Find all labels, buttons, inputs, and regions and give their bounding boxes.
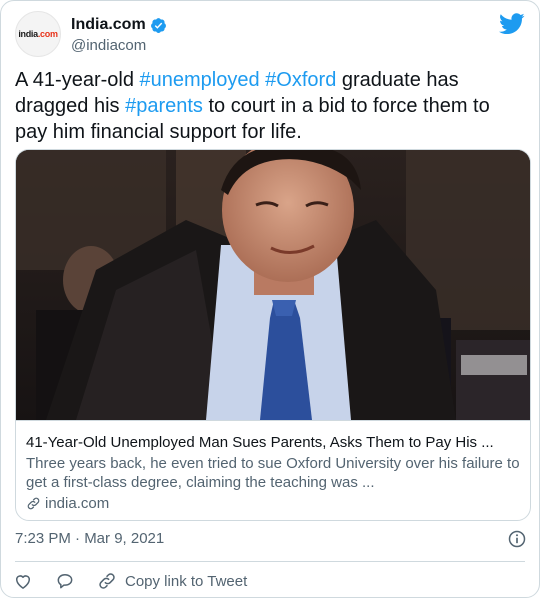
tweet-embed: india.com India.com @indiacom A 41-year-… <box>0 0 540 598</box>
reply-bubble-icon <box>57 574 73 589</box>
copy-link-icon <box>99 573 115 589</box>
like-button[interactable] <box>13 571 33 591</box>
divider <box>15 561 525 562</box>
card-domain-text: india.com <box>45 495 110 512</box>
like-heart-icon <box>16 575 30 589</box>
verified-badge-icon <box>150 17 166 33</box>
card-title[interactable]: 41-Year-Old Unemployed Man Sues Parents,… <box>26 433 520 452</box>
avatar[interactable]: india.com <box>15 11 61 57</box>
display-name[interactable]: India.com <box>71 15 146 35</box>
copy-link-label: Copy link to Tweet <box>125 572 248 590</box>
tweet-text-segment: A 41-year-old <box>15 69 140 91</box>
hashtag-oxford[interactable]: #Oxford <box>265 69 336 91</box>
tweet-actions: Copy link to Tweet <box>13 569 269 593</box>
tweet-timestamp[interactable]: 7:23 PM · Mar 9, 2021 <box>15 529 164 549</box>
display-name-row: India.com <box>71 15 167 35</box>
author-names: India.com @indiacom <box>71 15 167 56</box>
hashtag-parents[interactable]: #parents <box>125 95 203 117</box>
card-meta: 41-Year-Old Unemployed Man Sues Parents,… <box>16 420 530 520</box>
avatar-logo: india.com <box>18 29 58 39</box>
copy-link-button[interactable]: Copy link to Tweet <box>97 571 247 591</box>
tweet-text: A 41-year-old #unemployed #Oxford gradua… <box>15 67 525 145</box>
twitter-bird-icon[interactable] <box>499 13 525 35</box>
link-card[interactable]: 41-Year-Old Unemployed Man Sues Parents,… <box>15 149 531 521</box>
link-icon <box>27 497 40 510</box>
card-photo-illustration <box>16 150 530 420</box>
info-icon[interactable] <box>507 529 527 549</box>
hashtag-unemployed[interactable]: #unemployed <box>140 69 260 91</box>
reply-button[interactable] <box>55 571 75 591</box>
card-description: Three years back, he even tried to sue O… <box>26 455 520 491</box>
card-domain: india.com <box>26 494 520 513</box>
tweet-header: india.com India.com @indiacom <box>15 11 525 59</box>
author-handle[interactable]: @indiacom <box>71 36 167 56</box>
card-photo[interactable] <box>16 150 530 420</box>
